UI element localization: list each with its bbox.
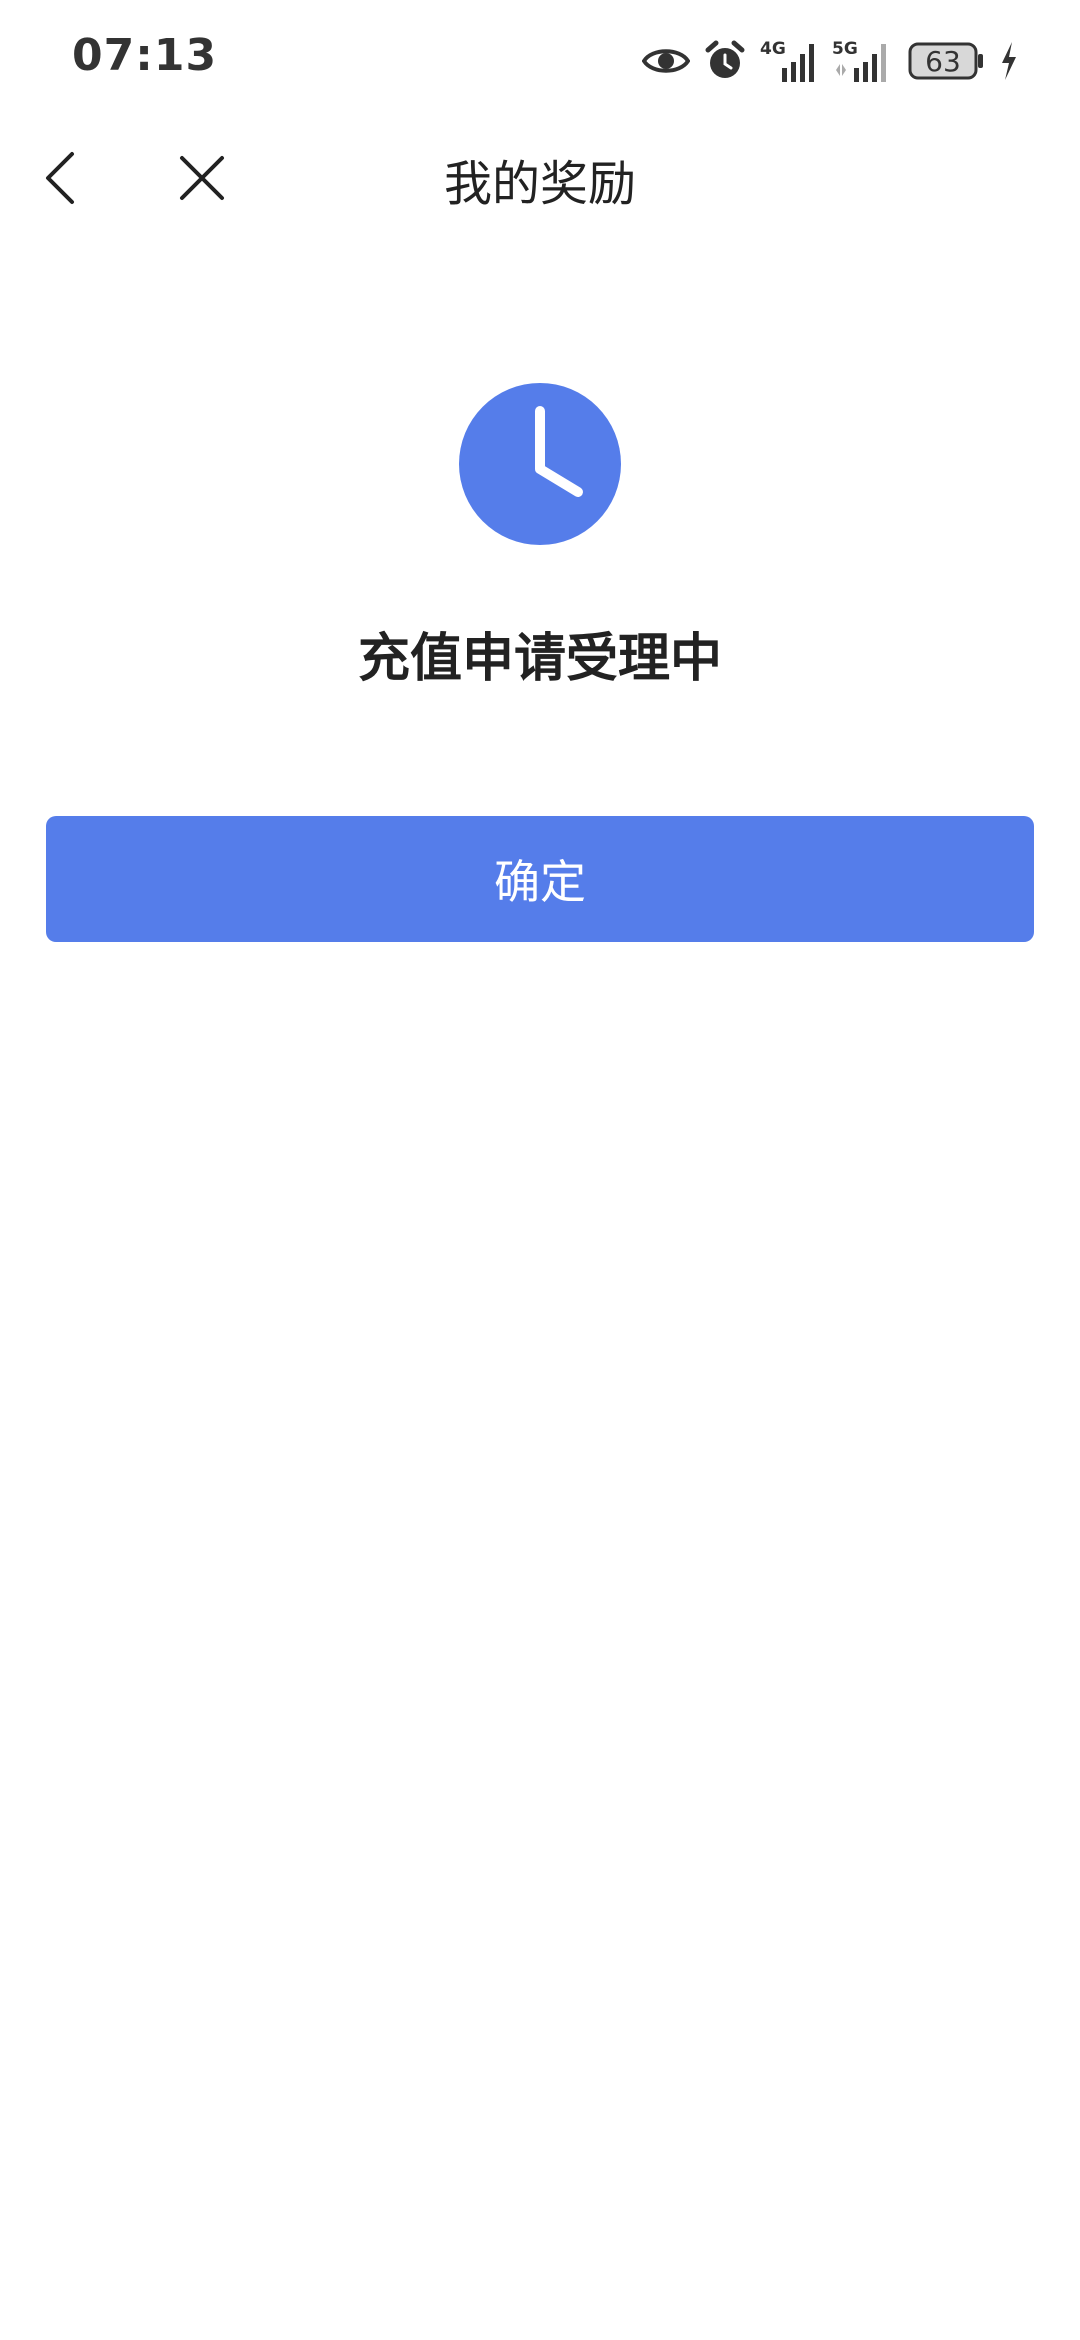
status-icons: 4G 5G 63 bbox=[642, 34, 1018, 88]
battery-level: 63 bbox=[925, 44, 961, 78]
alarm-icon bbox=[704, 40, 746, 82]
page-title: 我的奖励 bbox=[443, 156, 636, 212]
battery-icon: 63 bbox=[908, 41, 986, 81]
clock-icon bbox=[459, 383, 621, 545]
status-time: 07:13 bbox=[72, 30, 218, 81]
signal-4g-icon: 4G bbox=[760, 38, 818, 84]
svg-text:4G: 4G bbox=[760, 39, 786, 59]
screen: 07:13 4G 5G 63 我的奖励 充值申请受理中 确定 bbox=[0, 0, 1080, 2340]
status-bar: 07:13 4G 5G 63 bbox=[0, 0, 1080, 120]
charging-icon bbox=[1000, 42, 1018, 80]
eye-icon bbox=[642, 44, 690, 78]
result-title: 充值申请受理中 bbox=[357, 629, 722, 689]
nav-bar: 我的奖励 bbox=[0, 120, 1080, 232]
svg-text:5G: 5G bbox=[832, 39, 858, 59]
confirm-button[interactable]: 确定 bbox=[46, 816, 1034, 942]
signal-5g-icon: 5G bbox=[832, 38, 894, 84]
